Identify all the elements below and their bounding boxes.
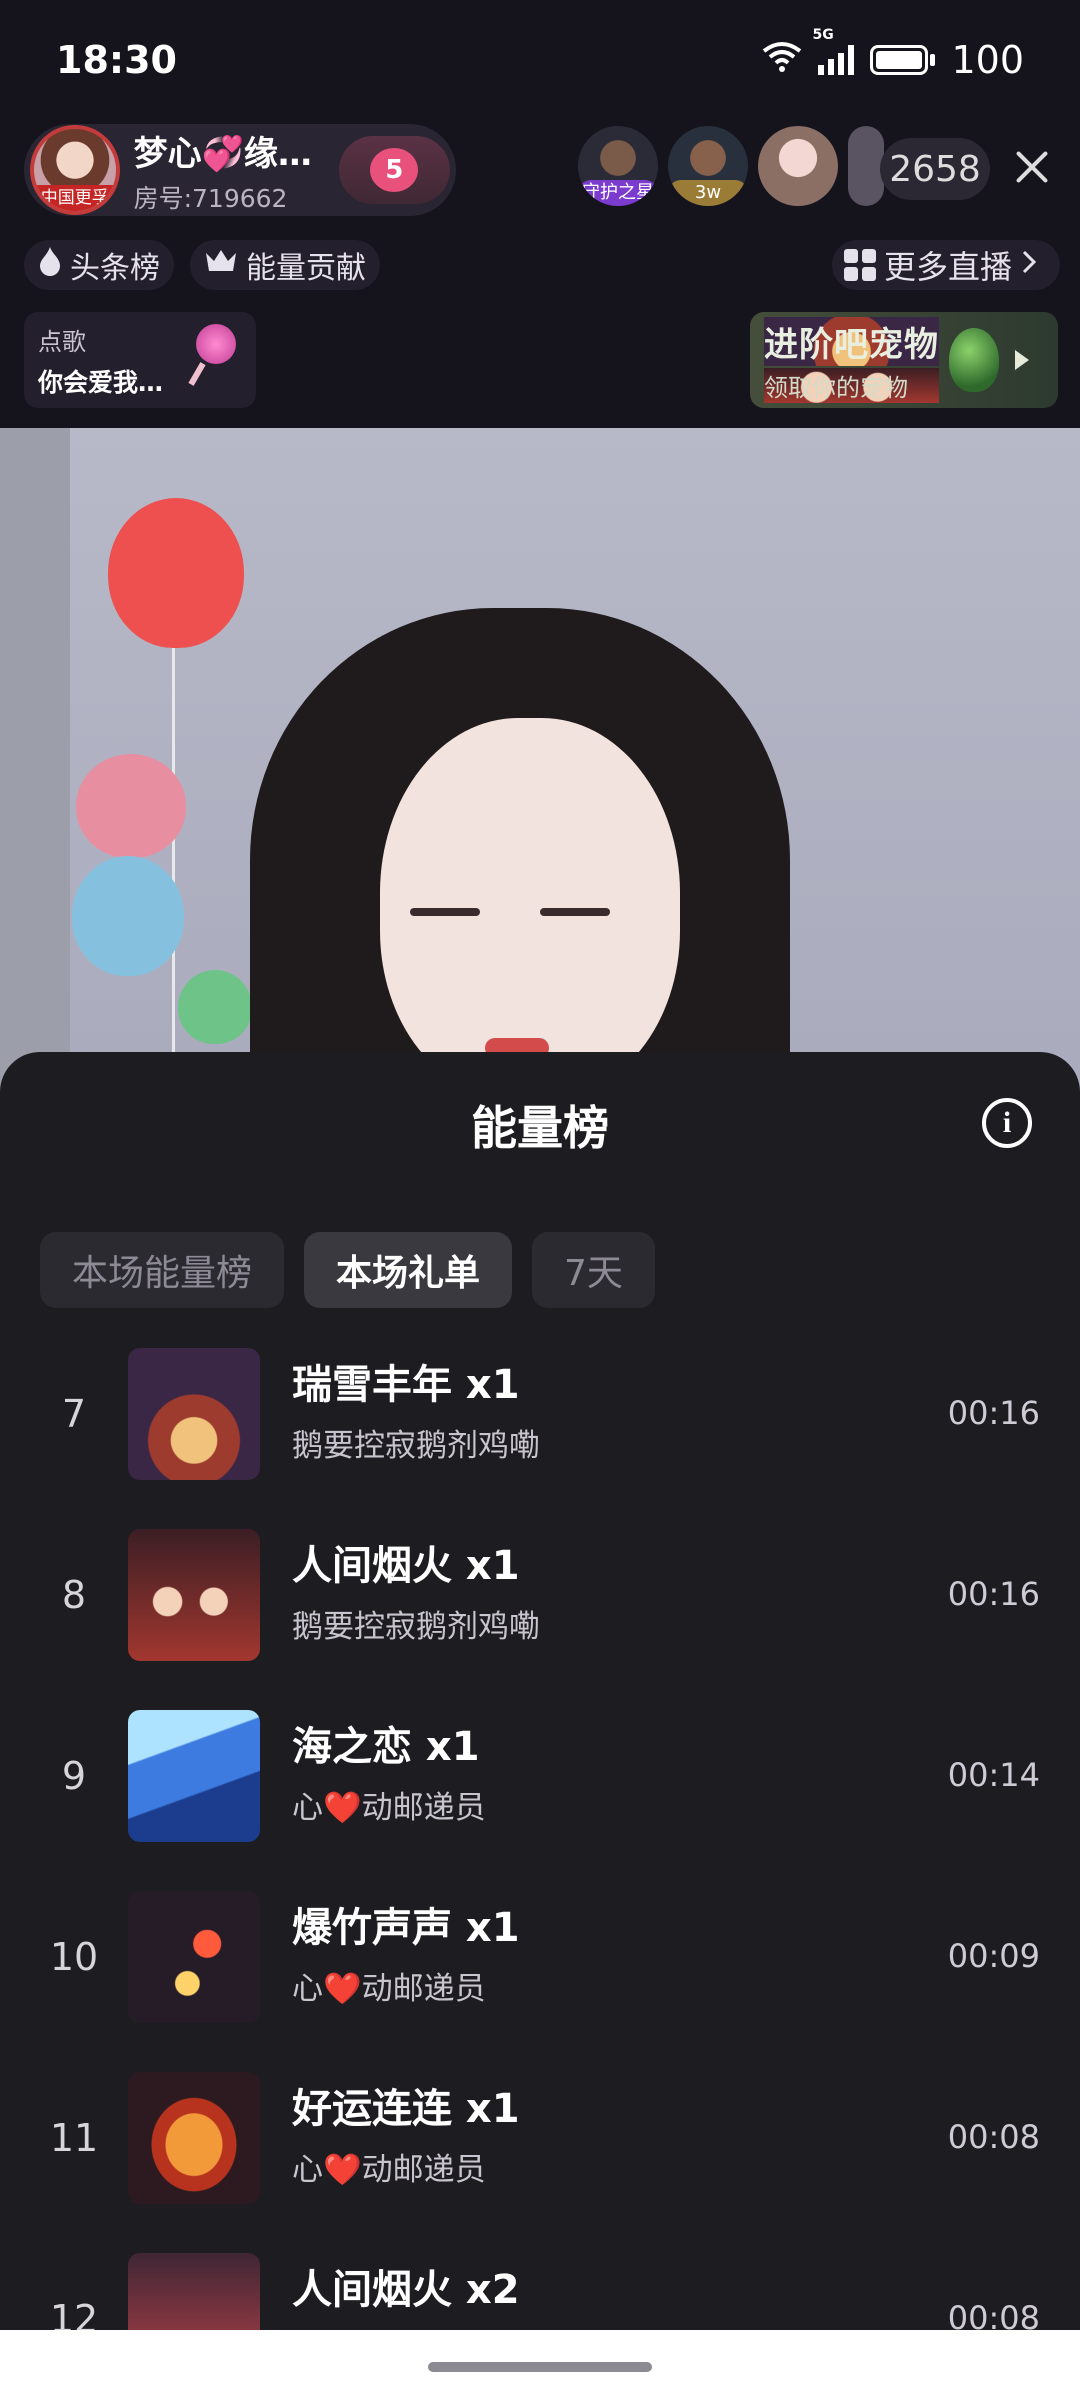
grid-icon — [844, 249, 876, 281]
viewer-avatar[interactable]: 3w — [668, 126, 748, 206]
gift-thumbnail — [128, 1891, 260, 2023]
status-bar: 18:30 5G 100 — [0, 0, 1080, 120]
egg-icon — [949, 328, 999, 392]
gift-list: 7 瑞雪丰年 x1 鹅要控寂鹅剂鸡嘞 00:16 8 人间烟火 x1 鹅要控寂鹅… — [0, 1340, 1080, 2400]
tab-7-days[interactable]: 7天 — [532, 1232, 655, 1308]
live-video[interactable] — [0, 428, 1080, 1108]
rank-chips: 头条榜 能量贡献 — [24, 240, 380, 290]
gift-name: 爆竹声声 x1 — [292, 1905, 520, 1951]
signal-icon: 5G — [812, 27, 855, 75]
song-text: 点歌 你会爱我… — [38, 322, 163, 398]
host-meta: 梦心💞缘… 房号:719662 — [134, 126, 333, 215]
host-avatar[interactable]: 中国更孚 — [30, 125, 120, 215]
more-live-button[interactable]: 更多直播 — [832, 240, 1060, 290]
streamer-eye — [410, 908, 480, 916]
energy-contribution-chip[interactable]: 能量贡献 — [190, 240, 380, 290]
gift-row[interactable]: 9 海之恋 x1 心❤️动邮递员 00:14 — [0, 1702, 1080, 1883]
top-viewers: 守护之星 3w — [578, 126, 884, 206]
wall-edge — [0, 428, 70, 1108]
gift-time: 00:16 — [947, 1575, 1040, 1613]
host-info-card[interactable]: 中国更孚 梦心💞缘… 房号:719662 5 — [24, 124, 456, 216]
battery-level: 100 — [951, 38, 1024, 82]
red-balloon — [108, 498, 244, 648]
play-arrow-icon — [1015, 350, 1029, 370]
flame-icon — [38, 246, 62, 284]
battery-icon — [870, 45, 929, 75]
lollipop-icon — [186, 322, 242, 382]
gift-sender: 鹅要控寂鹅剂鸡嘞 — [292, 1428, 540, 1464]
song-request-card[interactable]: 点歌 你会爱我… — [24, 312, 256, 408]
gift-time: 00:08 — [947, 2118, 1040, 2156]
gift-sender: 心❤️动邮递员 — [292, 1790, 486, 1826]
panel-tabs: 本场能量榜 本场礼单 7天 — [40, 1232, 655, 1308]
gift-time: 00:09 — [947, 1937, 1040, 1975]
close-icon[interactable] — [1010, 146, 1052, 188]
streamer-eye — [540, 908, 610, 916]
battery-cap — [930, 54, 936, 66]
chevron-right-icon — [1020, 246, 1038, 284]
viewer-avatar[interactable] — [758, 126, 838, 206]
gift-row[interactable]: 11 好运连连 x1 心❤️动邮递员 00:08 — [0, 2064, 1080, 2245]
rank-number: 9 — [61, 1754, 87, 1798]
gift-name: 人间烟火 x1 — [292, 1543, 520, 1589]
home-indicator[interactable] — [428, 2362, 652, 2372]
gift-row[interactable]: 8 人间烟火 x1 鹅要控寂鹅剂鸡嘞 00:16 — [0, 1521, 1080, 1702]
gift-row[interactable]: 7 瑞雪丰年 x1 鹅要控寂鹅剂鸡嘞 00:16 — [0, 1340, 1080, 1521]
status-icons: 5G 100 — [762, 27, 1024, 82]
live-room-screen: 18:30 5G 100 中国更孚 梦心💞缘… 房号:719662 5 守护之星… — [0, 0, 1080, 2400]
gift-thumbnail — [128, 2072, 260, 2204]
gift-sender: 鹅要控寂鹅剂鸡嘞 — [292, 1609, 540, 1645]
pet-subtitle: 领取你的宠物 — [764, 368, 939, 403]
viewer-avatar[interactable] — [848, 126, 884, 206]
pink-balloon — [76, 754, 186, 858]
balloon-string — [172, 648, 175, 1068]
pet-text: 进阶吧宠物 领取你的宠物 — [764, 317, 939, 403]
gift-thumbnail — [128, 1710, 260, 1842]
tab-session-gifts[interactable]: 本场礼单 — [304, 1232, 513, 1308]
blue-balloon — [72, 856, 184, 976]
more-live-label: 更多直播 — [884, 248, 1013, 286]
song-title: 你会爱我… — [38, 368, 164, 397]
fan-level: 5 — [370, 148, 419, 192]
viewer-tag: 3w — [668, 180, 748, 206]
gift-name: 好运连连 x1 — [292, 2086, 520, 2132]
wifi-icon — [762, 38, 802, 82]
tab-session-energy[interactable]: 本场能量榜 — [40, 1232, 285, 1308]
crown-icon — [204, 247, 238, 283]
fan-heart-badge[interactable]: 5 — [338, 136, 450, 204]
gift-name: 瑞雪丰年 x1 — [292, 1362, 520, 1408]
pet-title: 进阶吧宠物 — [764, 317, 939, 366]
gift-row[interactable]: 10 爆竹声声 x1 心❤️动邮递员 00:09 — [0, 1883, 1080, 2064]
gift-name: 海之恋 x1 — [292, 1724, 480, 1770]
gift-time: 00:14 — [947, 1756, 1040, 1794]
host-avatar-tag: 中国更孚 — [34, 185, 116, 211]
headlines-chip[interactable]: 头条榜 — [24, 240, 174, 290]
viewer-count[interactable]: 2658 — [880, 138, 990, 200]
pet-banner[interactable]: 进阶吧宠物 领取你的宠物 — [750, 312, 1058, 408]
rank-number: 11 — [49, 2116, 99, 2160]
energy-rank-panel: 能量榜 i 本场能量榜 本场礼单 7天 7 瑞雪丰年 x1 鹅要控寂鹅剂鸡嘞 0… — [0, 1052, 1080, 2400]
gift-thumbnail — [128, 1348, 260, 1480]
rank-number: 7 — [61, 1392, 87, 1436]
viewer-tag: 守护之星 — [578, 180, 658, 206]
song-request-label: 点歌 — [38, 328, 86, 356]
viewer-avatar[interactable]: 守护之星 — [578, 126, 658, 206]
gift-time: 00:16 — [947, 1394, 1040, 1432]
rank-number: 10 — [49, 1935, 99, 1979]
info-icon[interactable]: i — [982, 1098, 1032, 1148]
energy-contribution-label: 能量贡献 — [246, 251, 366, 286]
gift-sender: 心❤️动邮递员 — [292, 1971, 486, 2007]
rank-number: 8 — [61, 1573, 87, 1617]
status-time: 18:30 — [56, 38, 177, 82]
network-type-label: 5G — [812, 27, 834, 43]
gift-sender: 心❤️动邮递员 — [292, 2152, 486, 2188]
headlines-label: 头条榜 — [70, 251, 160, 286]
room-number: 房号:719662 — [133, 183, 288, 213]
gift-thumbnail — [128, 1529, 260, 1661]
host-name: 梦心💞缘… — [133, 133, 312, 174]
gift-name: 人间烟火 x2 — [292, 2267, 520, 2313]
panel-title: 能量榜 — [471, 1101, 609, 1155]
green-balloon — [178, 970, 252, 1044]
